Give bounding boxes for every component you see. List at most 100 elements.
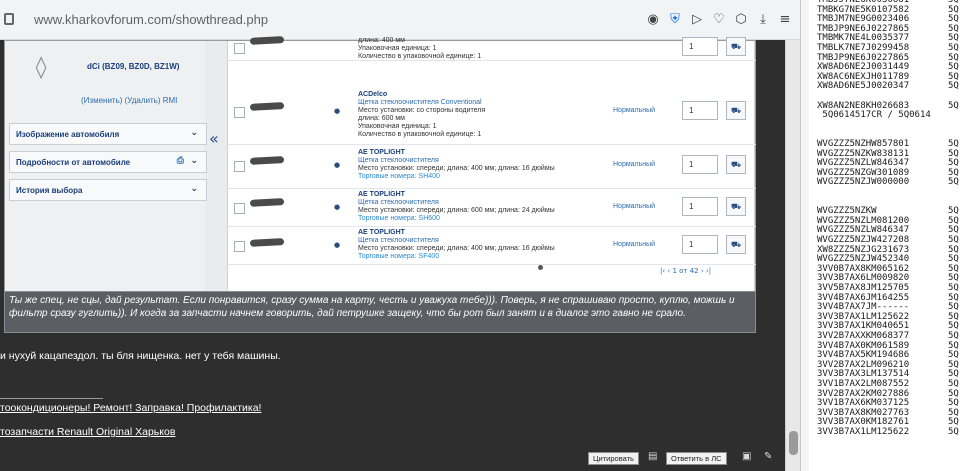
- row-title[interactable]: Щетка стеклоочистителя Conventional: [358, 99, 608, 107]
- row-line: Упаковочная единица: 1: [358, 45, 437, 52]
- redacted-image: [249, 156, 285, 165]
- row-checkbox[interactable]: [234, 107, 245, 118]
- editor-line-suffix: 5Q: [948, 177, 959, 188]
- editor-line-suffix: 5Q: [948, 350, 959, 361]
- editor-line: 5Q0614517CR / 5Q0614: [817, 110, 931, 121]
- editor-line-suffix: 5Q: [948, 283, 959, 293]
- location-icon: ●: [334, 203, 341, 211]
- cart-icon[interactable]: ⛟: [726, 197, 746, 216]
- qty-input[interactable]: 1: [682, 155, 718, 174]
- cart-icon[interactable]: ⛟: [726, 155, 746, 174]
- editor-line-suffix: 5Q: [948, 62, 959, 73]
- editor-line: 3VV1B7AX2LM087552: [817, 379, 910, 389]
- section-car-details[interactable]: Подробности от автомобиле ⎙ ⌄: [9, 151, 207, 173]
- menu-icon[interactable]: ≡: [776, 10, 794, 28]
- row-checkbox[interactable]: [234, 43, 245, 54]
- cart-icon[interactable]: ⛟: [726, 37, 746, 56]
- editor-line-suffix: 5Q: [948, 100, 959, 111]
- first-page-icon[interactable]: |‹: [660, 267, 665, 275]
- editor-line-suffix: 5Q: [948, 43, 959, 53]
- quoted-text: Ты же спец, не сцы, дай результат. Если …: [4, 291, 756, 333]
- redacted-image: [249, 102, 285, 111]
- section-label: Подробности от автомобиле: [16, 158, 131, 167]
- row-title[interactable]: Щетка стеклоочистителя: [358, 237, 608, 245]
- quote-button[interactable]: Цитировать: [588, 452, 639, 465]
- loading-dot: [538, 265, 543, 270]
- result-row: ● AE TOPLIGHT Щетка стеклоочистителя Мес…: [228, 227, 756, 265]
- status-badge: Нормальный: [613, 241, 656, 248]
- signature-divider: [0, 398, 103, 399]
- car-actions[interactable]: (Изменить) (Удалить) RMI: [81, 96, 177, 105]
- signature-link-ac[interactable]: тоокондиционеры! Ремонт! Заправка! Профи…: [0, 402, 261, 414]
- qty-input[interactable]: 1: [682, 197, 718, 216]
- editor-line: WVGZZZ5NZLW846347: [817, 158, 910, 169]
- row-line: длина: 400 мм: [358, 37, 405, 44]
- result-row: длина: 400 мм Упаковочная единица: 1 Кол…: [228, 19, 756, 61]
- redacted-image: [249, 198, 285, 207]
- qty-input[interactable]: 1: [682, 101, 718, 120]
- result-row: ● AE TOPLIGHT Щетка стеклоочистителя Мес…: [228, 189, 756, 227]
- page-scrollbar[interactable]: [785, 40, 800, 471]
- scrollbar-thumb[interactable]: [789, 431, 798, 455]
- cart-icon[interactable]: ⛟: [726, 101, 746, 120]
- lock-icon: [4, 13, 14, 25]
- pagination[interactable]: |‹ ‹ 1 от 42 › ›|: [660, 267, 711, 275]
- row-title[interactable]: Щетка стеклоочистителя: [358, 199, 608, 207]
- row-details: AE TOPLIGHT Щетка стеклоочистителя Место…: [358, 191, 608, 223]
- print-icon[interactable]: ⎙: [177, 156, 184, 166]
- row-details: ACDelco Щетка стеклоочистителя Conventio…: [358, 91, 608, 139]
- last-page-icon[interactable]: ›|: [706, 267, 711, 275]
- multiquote-icon[interactable]: ▤: [648, 451, 657, 462]
- row-brand[interactable]: AE TOPLIGHT: [358, 229, 608, 237]
- editor-line: 3VV5B7AX8JM125705: [817, 283, 910, 293]
- section-label: История выбора: [16, 186, 83, 195]
- row-brand[interactable]: AE TOPLIGHT: [358, 191, 608, 199]
- reply-pm-button[interactable]: Ответить в ЛС: [666, 452, 727, 465]
- editor-line: XW8AD6NE5J0020347: [817, 81, 910, 92]
- download-icon[interactable]: ⤓: [754, 10, 772, 28]
- report-icon[interactable]: ▣: [742, 451, 751, 462]
- status-badge: Нормальный: [613, 161, 656, 168]
- row-line: Количество в упаковочной единице: 1: [358, 131, 482, 138]
- row-details: длина: 400 мм Упаковочная единица: 1 Кол…: [358, 37, 608, 61]
- row-title[interactable]: Щетка стеклоочистителя: [358, 157, 608, 165]
- row-brand[interactable]: ACDelco: [358, 91, 608, 99]
- row-line[interactable]: Торговые номера: SH600: [358, 215, 608, 223]
- editor-line-suffix: 5Q: [948, 14, 959, 25]
- prev-page-icon[interactable]: ‹: [667, 267, 670, 275]
- editor-line-suffix: 5Q: [948, 206, 959, 217]
- post-screenshot: ◊ dCi (BZ09, BZ0D, BZ1W) (Изменить) (Уда…: [4, 36, 756, 333]
- status-badge: Нормальный: [613, 203, 656, 210]
- editor-line-suffix: 5Q: [948, 235, 959, 245]
- editor-line: 3VV3B7AX1LM125622: [817, 427, 910, 437]
- row-line: Место установки: со стороны водителя: [358, 107, 486, 114]
- signature-link-parts[interactable]: тозапчасти Renault Original Харьков: [0, 426, 175, 438]
- row-line[interactable]: Торговые номера: SH400: [358, 173, 608, 181]
- editor-line: WVGZZZ5NZHW857801: [817, 139, 910, 149]
- editor-line-suffix: 5Q: [948, 427, 959, 437]
- row-brand[interactable]: AE TOPLIGHT: [358, 149, 608, 157]
- text-editor-window: TMBJJ7NE6K0030881 5Q TMBKG7NE5K0107582 5Q TM…: [800, 0, 960, 471]
- next-page-icon[interactable]: ›: [701, 267, 704, 275]
- cart-icon[interactable]: ⛟: [726, 235, 746, 254]
- section-car-image[interactable]: Изображение автомобиля ⌄: [9, 123, 207, 145]
- thanks-icon[interactable]: ✎: [764, 451, 772, 462]
- row-line: Место установки: спереди; длина: 400 мм;…: [358, 165, 555, 172]
- collapse-left-icon[interactable]: «: [209, 129, 219, 148]
- qty-input[interactable]: 1: [682, 37, 718, 56]
- row-checkbox[interactable]: [234, 161, 245, 172]
- result-row: ● AE TOPLIGHT Щетка стеклоочистителя Мес…: [228, 145, 756, 189]
- editor-line: 3VV4B7AX7JM------: [817, 302, 910, 313]
- editor-line-suffix: 5Q: [948, 379, 959, 389]
- redacted-image: [249, 36, 285, 45]
- editor-line: 3VV2B7AXXKM068377: [817, 331, 910, 341]
- section-history[interactable]: История выбора ⌄: [9, 179, 207, 201]
- row-checkbox[interactable]: [234, 203, 245, 214]
- editor-line-suffix: 5Q: [948, 81, 959, 92]
- chevron-down-icon: ⌄: [190, 184, 198, 194]
- row-checkbox[interactable]: [234, 241, 245, 252]
- row-line[interactable]: Торговые номера: SF400: [358, 253, 608, 261]
- qty-input[interactable]: 1: [682, 235, 718, 254]
- chevron-down-icon: ⌄: [190, 128, 198, 138]
- result-row: ● ACDelco Щетка стеклоочистителя Convent…: [228, 85, 756, 145]
